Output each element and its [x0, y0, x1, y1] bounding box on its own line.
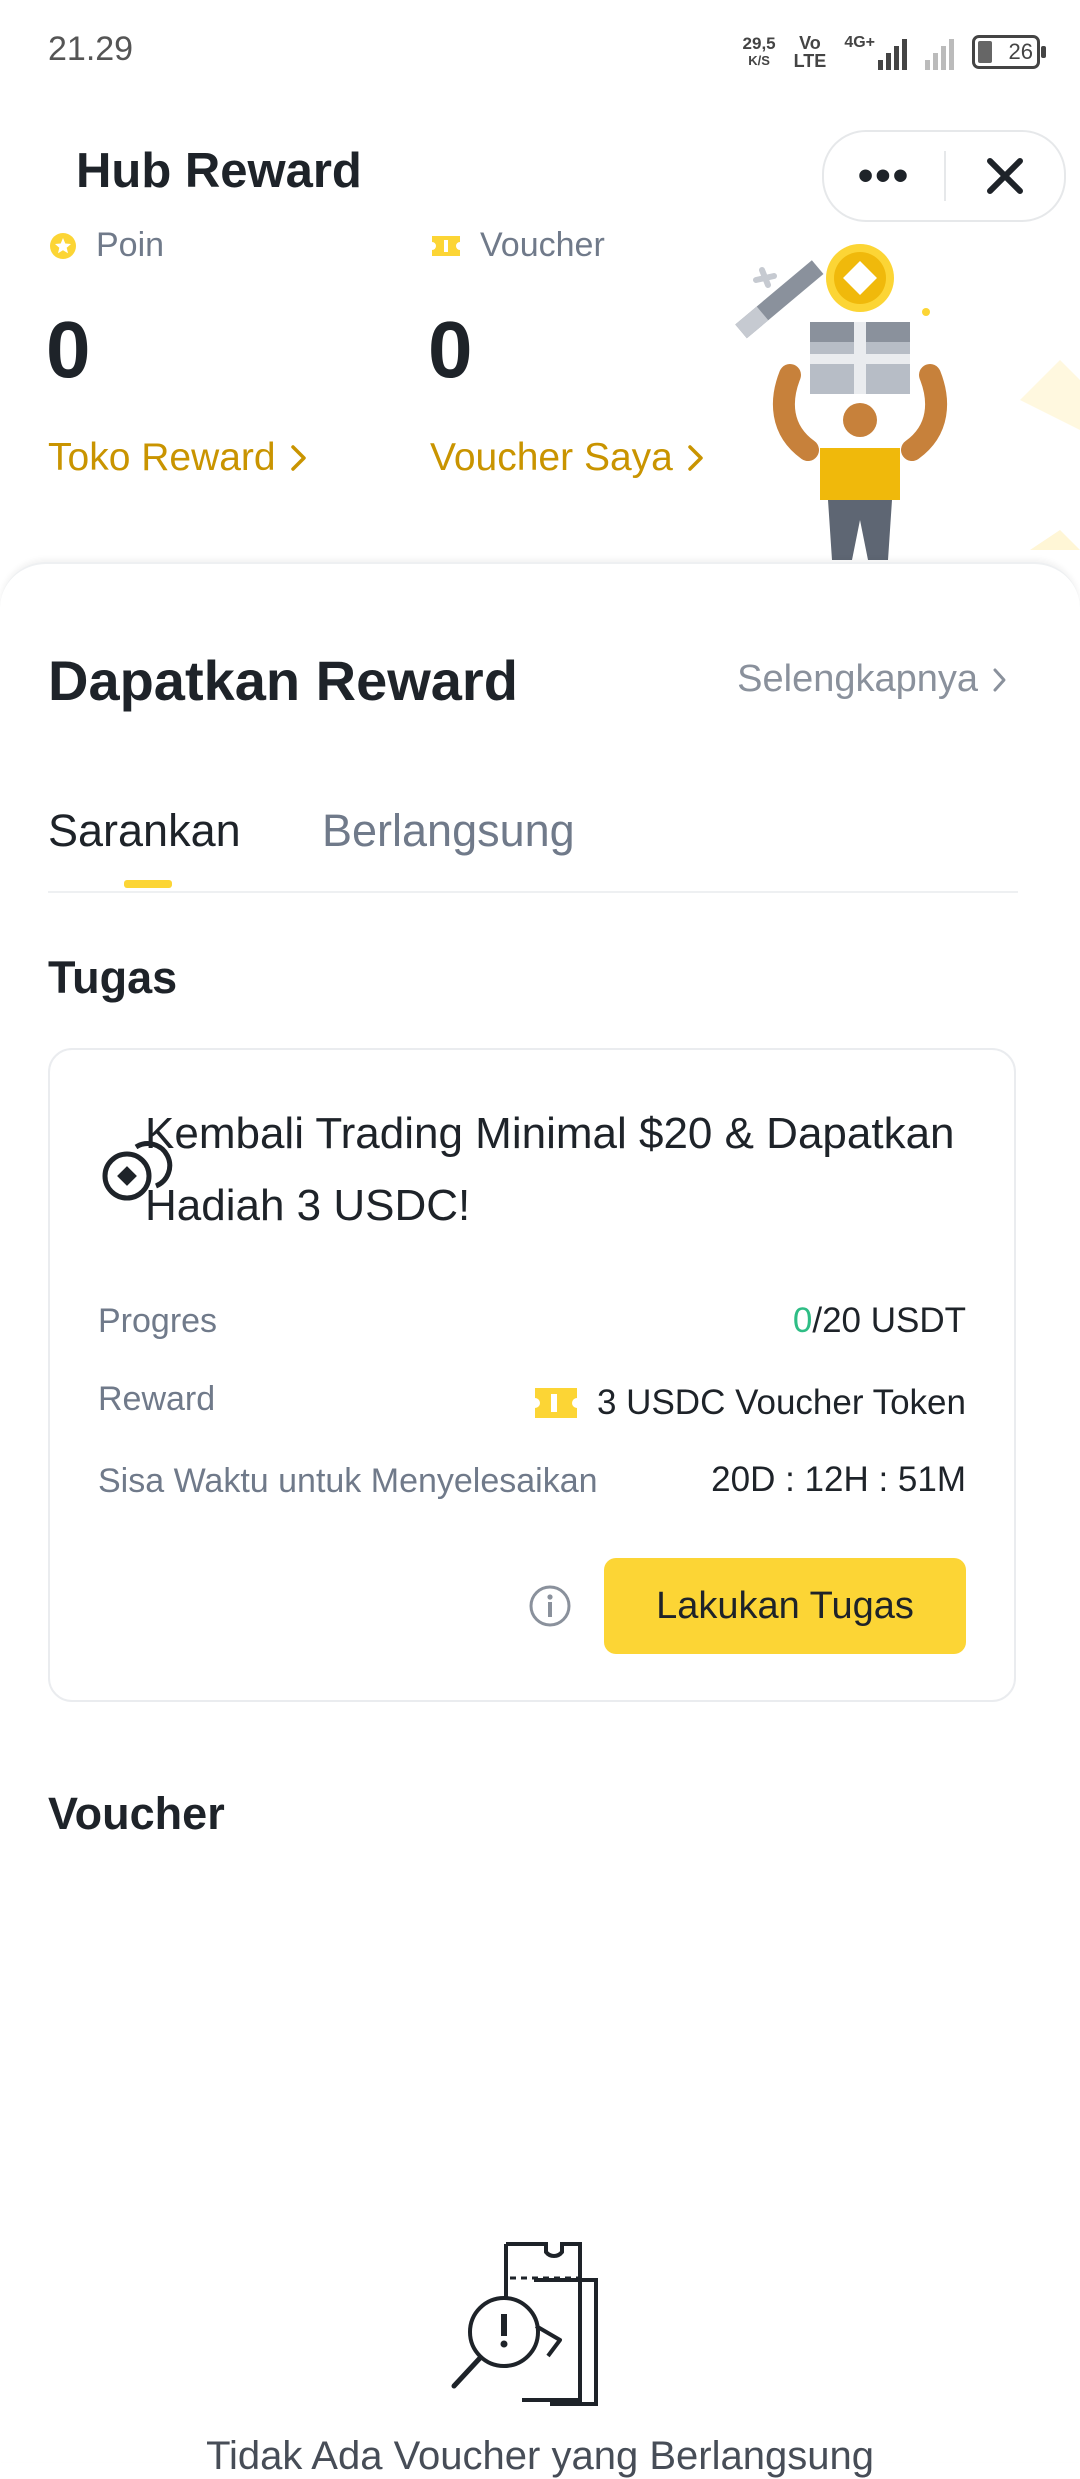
- empty-voucher-text: Tidak Ada Voucher yang Berlangsung: [206, 2434, 874, 2478]
- voucher-search-icon: [451, 2242, 598, 2406]
- reward-illustration: [735, 244, 1080, 560]
- time-remaining-value: 20D : 12H : 51M: [711, 1460, 966, 1499]
- page-title: Hub Reward: [76, 144, 362, 198]
- ticket-icon: [432, 235, 460, 256]
- toko-reward-link[interactable]: Toko Reward: [48, 436, 308, 480]
- signal-icon-2: [925, 34, 954, 70]
- battery-icon: 26: [972, 35, 1046, 69]
- progress-label: Progres: [98, 1302, 218, 1340]
- do-task-button[interactable]: Lakukan Tugas: [604, 1558, 966, 1654]
- tab-divider: [48, 891, 1018, 893]
- voucher-value: 0: [428, 305, 473, 394]
- see-more-link[interactable]: Selengkapnya: [737, 658, 1008, 701]
- voucher-label: Voucher: [430, 226, 605, 265]
- progress-value: 0/20 USDT: [792, 1301, 966, 1340]
- info-icon[interactable]: [528, 1584, 572, 1628]
- chevron-right-icon: [290, 445, 306, 471]
- chevron-right-icon: [993, 668, 1006, 691]
- close-icon: [987, 158, 1023, 194]
- status-icons: 29,5 K/S Vo LTE 4G+ 26: [742, 30, 1046, 74]
- points-value: 0: [46, 305, 91, 394]
- points-label: Poin: [48, 226, 164, 265]
- net-speed: 29,5 K/S: [742, 34, 776, 68]
- chevron-right-icon: [688, 445, 703, 471]
- ticket-icon: [534, 1388, 577, 1418]
- volte-indicator: Vo LTE: [793, 33, 827, 71]
- reward-label: Reward: [98, 1380, 216, 1418]
- signal-icon: 4G+: [844, 34, 907, 70]
- more-button[interactable]: •••: [824, 132, 944, 220]
- task-title: Kembali Trading Minimal $20 & Dapatkan H…: [145, 1109, 955, 1230]
- reward-value: 3 USDC Voucher Token: [533, 1383, 966, 1423]
- voucher-saya-link[interactable]: Voucher Saya: [430, 436, 705, 480]
- status-time: 21.29: [48, 30, 134, 68]
- voucher-section-title: Voucher: [48, 1788, 225, 1839]
- rewards-section-title: Dapatkan Reward: [48, 649, 518, 712]
- time-remaining-label: Sisa Waktu untuk Menyelesaikan: [98, 1462, 598, 1500]
- close-button[interactable]: [946, 132, 1064, 220]
- star-coin-icon: [50, 232, 76, 259]
- mini-program-capsule: •••: [822, 130, 1066, 222]
- tasks-section-title: Tugas: [48, 952, 178, 1003]
- tab-indicator: [124, 880, 172, 888]
- tab-sarankan[interactable]: Sarankan: [48, 805, 241, 857]
- tab-berlangsung[interactable]: Berlangsung: [322, 805, 575, 857]
